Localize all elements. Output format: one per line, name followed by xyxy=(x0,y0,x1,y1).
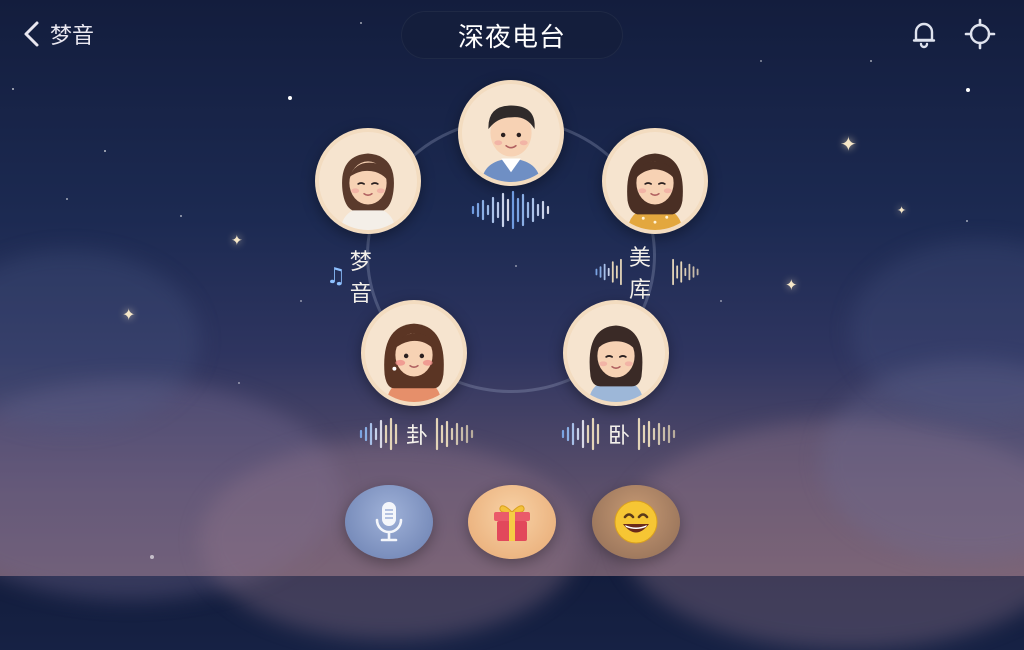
voice-wave-icon xyxy=(435,417,474,451)
seat-3-label: 美库 xyxy=(594,240,700,304)
voice-wave-icon xyxy=(471,190,550,230)
microphone-icon xyxy=(375,502,403,542)
seat-name: 卦 xyxy=(406,424,429,449)
mic-button[interactable] xyxy=(345,485,433,559)
avatar[interactable] xyxy=(458,80,564,186)
seat-name: 梦音 xyxy=(349,250,372,307)
seat-4-label: 卦 xyxy=(358,416,476,452)
avatar[interactable] xyxy=(361,300,467,406)
back-label: 梦音 xyxy=(50,24,95,49)
avatar[interactable] xyxy=(563,300,669,406)
voice-wave-icon xyxy=(359,417,398,451)
smile-emoji-icon xyxy=(614,500,658,544)
emoji-button[interactable] xyxy=(592,485,680,559)
page-title: 深夜电台 xyxy=(457,22,566,53)
voice-wave-icon xyxy=(561,417,600,451)
bell-icon xyxy=(912,22,936,49)
back-button[interactable]: 梦音 xyxy=(22,18,94,50)
voice-wave-icon xyxy=(637,417,676,451)
settings-button[interactable] xyxy=(964,18,996,50)
bell-button[interactable] xyxy=(908,18,940,50)
avatar[interactable] xyxy=(315,128,421,234)
chevron-left-icon xyxy=(24,21,39,47)
voice-wave-icon xyxy=(595,258,622,286)
music-note-icon: ♫ xyxy=(326,263,346,289)
seat-name: 卧 xyxy=(608,424,631,449)
gift-icon xyxy=(494,505,530,541)
voice-wave-icon xyxy=(672,258,699,286)
seat-2-label: ♫ 梦音 xyxy=(326,244,372,308)
gift-button[interactable] xyxy=(468,485,556,559)
room-title-pill: 深夜电台 xyxy=(401,11,623,59)
seat-1-label xyxy=(470,190,554,230)
avatar[interactable] xyxy=(602,128,708,234)
settings-icon xyxy=(964,18,996,50)
seat-5-label: 卧 xyxy=(560,416,678,452)
seat-name: 美库 xyxy=(629,246,652,303)
